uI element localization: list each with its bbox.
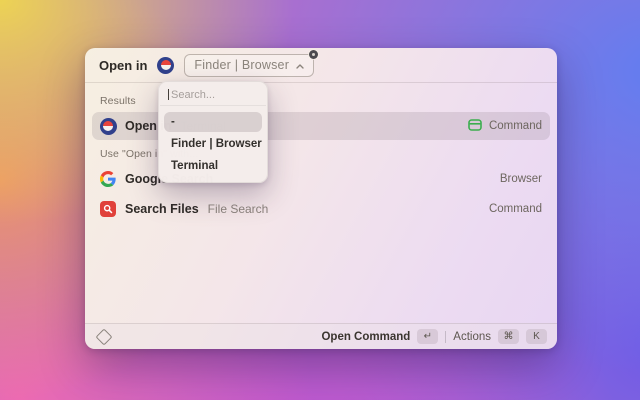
dropdown-search-field[interactable]: Search... xyxy=(159,82,267,105)
result-accessory: Command xyxy=(489,203,542,215)
result-accessory: Command xyxy=(468,118,542,134)
green-window-icon xyxy=(468,118,482,134)
result-accessory: Browser xyxy=(500,173,542,185)
desktop-background: Open in Finder | Browser Results Open in… xyxy=(0,0,640,400)
action-bar-right: Open Command ↵ Actions ⌘ K xyxy=(321,329,547,344)
command-title: Open in xyxy=(99,57,148,73)
primary-action-label[interactable]: Open Command xyxy=(321,331,410,343)
argument-dropdown-panel: Search... - Finder | Browser Terminal xyxy=(158,81,268,183)
result-type-label: Command xyxy=(488,120,542,132)
dropdown-option-terminal[interactable]: Terminal xyxy=(164,156,262,176)
argument-dropdown-value: Finder | Browser xyxy=(194,58,290,72)
google-icon xyxy=(100,171,116,187)
command-key-icon: ⌘ xyxy=(498,329,519,344)
dropdown-options: - Finder | Browser Terminal xyxy=(159,106,267,182)
result-title: Search Files xyxy=(125,202,199,216)
results-list: Results Open in Terminal Command Use "Op… xyxy=(85,83,557,323)
open-in-app-icon xyxy=(157,56,175,74)
chevron-up-icon xyxy=(296,56,304,74)
dropdown-search-placeholder: Search... xyxy=(171,88,216,101)
text-cursor xyxy=(168,89,169,101)
command-header: Open in Finder | Browser xyxy=(85,48,557,83)
raycast-logo-icon xyxy=(95,328,113,345)
dropdown-option-finder-browser[interactable]: Finder | Browser xyxy=(164,134,262,154)
launcher-window: Open in Finder | Browser Results Open in… xyxy=(85,48,557,349)
argument-dropdown-button[interactable]: Finder | Browser xyxy=(184,49,319,77)
dropdown-option-dash[interactable]: - xyxy=(164,112,262,132)
result-row-search-files[interactable]: Search Files File Search Command xyxy=(92,195,550,223)
result-subtitle: File Search xyxy=(207,202,269,216)
open-in-app-icon xyxy=(99,117,117,135)
file-search-icon xyxy=(100,201,116,217)
result-type-label: Command xyxy=(488,203,542,215)
actions-label[interactable]: Actions xyxy=(453,331,491,343)
footer-separator xyxy=(445,330,447,343)
k-key-icon: K xyxy=(526,329,547,344)
enter-key-icon: ↵ xyxy=(417,329,439,344)
dropdown-badge xyxy=(309,49,319,59)
result-type-label: Browser xyxy=(499,173,542,185)
action-bar: Open Command ↵ Actions ⌘ K xyxy=(85,323,557,349)
